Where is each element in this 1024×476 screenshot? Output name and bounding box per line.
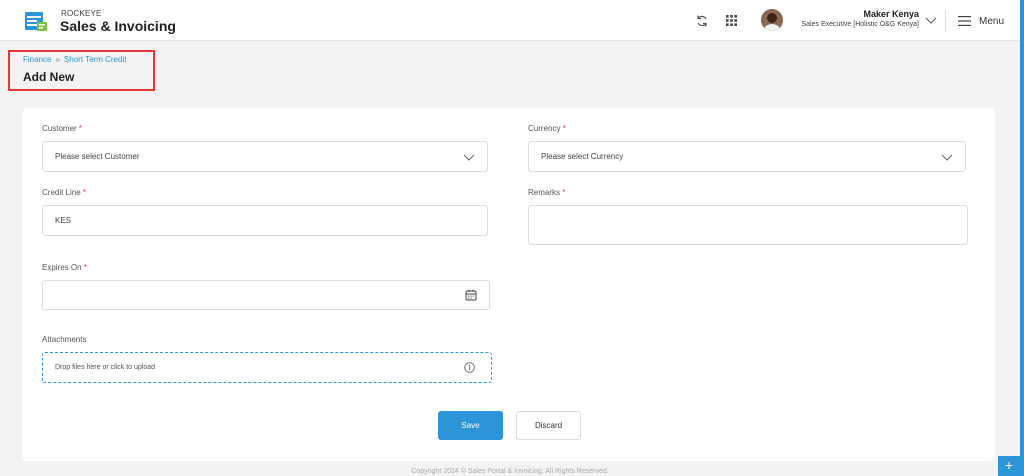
chevron-down-icon[interactable] [925,14,937,26]
currency-label: Currency * [528,124,566,133]
menu-button[interactable]: Menu [958,14,1004,28]
currency-select[interactable]: Please select Currency [528,141,966,172]
expires-on-date-input[interactable] [42,280,490,310]
avatar[interactable] [761,9,783,31]
chevron-down-icon [941,154,953,161]
top-bar: ROCKEYE Sales & Invoicing Maker Kenya Sa… [0,0,1024,41]
currency-label-text: Currency [528,124,561,133]
file-dropzone[interactable]: Drop files here or click to upload [42,352,492,383]
credit-line-value: KES [55,216,72,225]
customer-label-text: Customer [42,124,77,133]
expires-on-label: Expires On * [42,263,87,272]
attachments-label-text: Attachments [42,335,87,344]
footer-copyright: Copyright 2024 © Sales Portal & Invoicin… [411,468,609,475]
apps-grid-icon[interactable] [725,14,738,27]
menu-icon [958,16,971,26]
brand-small-text: ROCKEYE [61,9,102,18]
remarks-label: Remarks * [528,188,565,197]
expires-on-label-text: Expires On [42,263,82,272]
credit-line-input[interactable]: KES [42,205,488,236]
dropzone-placeholder: Drop files here or click to upload [55,364,155,371]
required-mark: * [83,263,87,272]
attachments-label: Attachments [42,335,86,344]
save-button[interactable]: Save [438,411,503,440]
user-name[interactable]: Maker Kenya [863,9,919,19]
refresh-icon[interactable] [695,14,709,28]
customer-select-value: Please select Customer [55,152,140,161]
info-icon[interactable] [464,362,475,373]
currency-select-value: Please select Currency [541,152,624,161]
right-accent-strip [1020,0,1024,476]
credit-line-label-text: Credit Line [42,188,81,197]
menu-label: Menu [979,15,1005,27]
required-mark: * [562,124,566,133]
app-title: Sales & Invoicing [60,18,176,34]
remarks-textarea[interactable] [528,205,968,245]
chevron-down-icon [463,154,475,161]
credit-line-label: Credit Line * [42,188,86,197]
customer-select[interactable]: Please select Customer [42,141,488,172]
required-mark: * [78,124,83,133]
highlight-box [8,50,155,91]
customer-label: Customer * [42,124,82,133]
required-mark: * [82,188,87,197]
header-divider [945,10,946,32]
app-logo-icon[interactable] [23,9,49,33]
required-mark: * [562,188,566,197]
add-fab-button[interactable]: + [998,456,1020,476]
discard-button[interactable]: Discard [516,411,581,440]
calendar-icon[interactable] [465,289,477,301]
user-role: Sales Executive [Holistic O&G Kenya] [801,21,920,28]
remarks-label-text: Remarks [528,188,561,197]
